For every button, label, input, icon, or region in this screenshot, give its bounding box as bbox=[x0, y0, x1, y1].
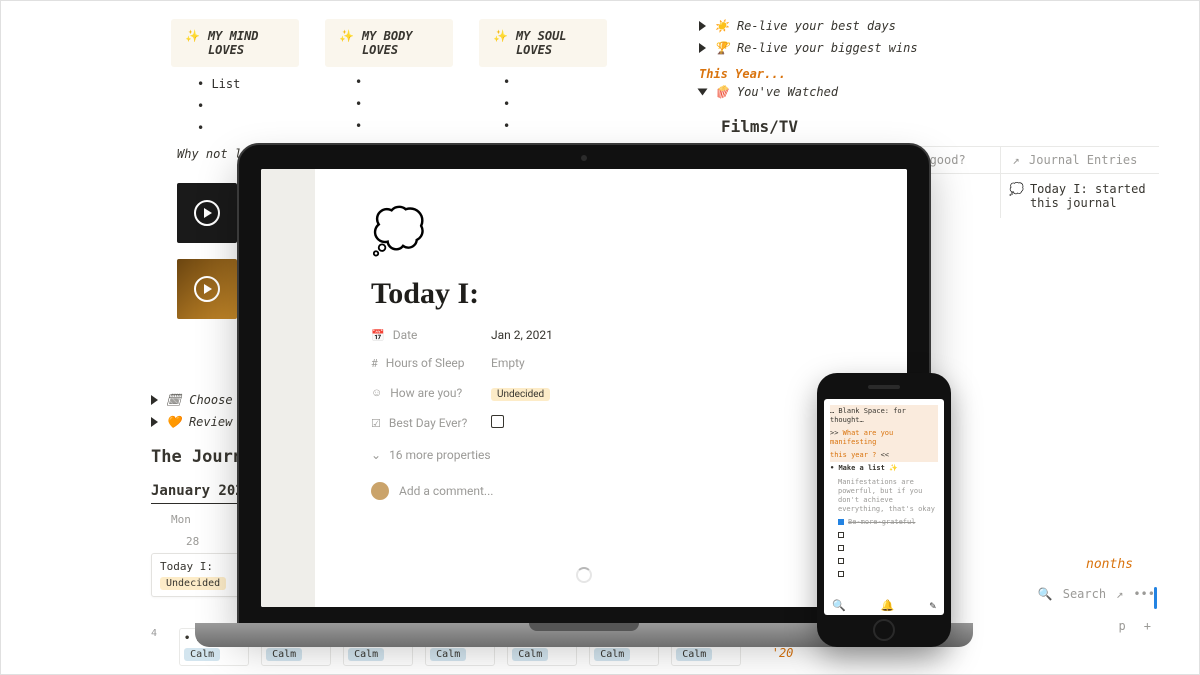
toggle-label: Re-live your best days bbox=[737, 19, 896, 33]
this-year-heading: This Year... bbox=[699, 67, 1159, 81]
phone-line[interactable]: this year ? << bbox=[830, 449, 938, 462]
love-card-body[interactable]: ✨ MY BODY LOVES bbox=[325, 19, 453, 67]
compose-icon[interactable]: ✎ bbox=[929, 599, 936, 612]
video-thumbnail-1[interactable] bbox=[177, 183, 237, 243]
related-entry-label: Today I: started this journal bbox=[1030, 182, 1151, 210]
page-title[interactable]: Today I: bbox=[371, 277, 907, 311]
strip-daynum: 4 bbox=[151, 628, 157, 639]
phone-speaker bbox=[868, 385, 900, 389]
toggle-label: Choose bbox=[189, 393, 232, 407]
phone-checkbox[interactable]: Be-more-grateful bbox=[830, 516, 938, 529]
love-card-label: MY MIND LOVES bbox=[208, 29, 285, 57]
db-toolbar: 🔍 Search ↗ ••• bbox=[1038, 587, 1155, 601]
search-icon[interactable]: 🔍 bbox=[832, 599, 846, 612]
number-icon bbox=[371, 357, 378, 370]
phone-line: Manifestations are powerful, but if you … bbox=[830, 476, 938, 516]
toggle-relive-days[interactable]: ☀️ Re-live your best days bbox=[699, 15, 1159, 37]
love-card-label: MY BODY LOVES bbox=[362, 29, 439, 57]
triangle-right-icon bbox=[151, 395, 158, 405]
triangle-down-icon bbox=[698, 89, 708, 96]
soul-bullets bbox=[503, 67, 510, 141]
footer-p: p bbox=[1119, 619, 1126, 633]
home-button[interactable] bbox=[873, 619, 895, 641]
search-label[interactable]: Search bbox=[1063, 587, 1106, 601]
notion-page: 💭 Today I: Date Jan 2, 2021 Hours of Sle… bbox=[261, 169, 907, 607]
toggle-label: Review bbox=[189, 415, 232, 429]
page-icon-thought[interactable]: 💭 bbox=[371, 205, 907, 257]
checkbox-prop-icon bbox=[371, 417, 381, 430]
phone-checkbox[interactable] bbox=[830, 568, 938, 581]
trophy-icon: 🏆 bbox=[714, 41, 729, 55]
love-card-soul[interactable]: ✨ MY SOUL LOVES bbox=[479, 19, 607, 67]
comment-placeholder: Add a comment... bbox=[399, 484, 493, 498]
prop-date[interactable]: Date Jan 2, 2021 bbox=[371, 321, 907, 349]
db-footer: p + bbox=[1119, 619, 1151, 633]
webcam-icon bbox=[581, 155, 587, 161]
phone-checkbox[interactable] bbox=[830, 555, 938, 568]
loading-spinner-icon bbox=[576, 567, 592, 583]
phone-bottom-nav: 🔍 🔔 ✎ bbox=[824, 597, 944, 613]
triangle-right-icon bbox=[151, 417, 158, 427]
calendar-entry-card[interactable]: Today I: Undecided bbox=[151, 553, 241, 597]
col-journal-entries[interactable]: ↗Journal Entries bbox=[1001, 147, 1159, 173]
toggle-relive-wins[interactable]: 🏆 Re-live your biggest wins bbox=[699, 37, 1159, 59]
prop-value: Empty bbox=[491, 356, 525, 370]
select-icon bbox=[371, 386, 382, 399]
phone-line[interactable]: … Blank Space: for thought… bbox=[830, 405, 938, 427]
phone-checkbox[interactable] bbox=[830, 542, 938, 555]
love-card-mind[interactable]: ✨ MY MIND LOVES bbox=[171, 19, 299, 67]
triangle-right-icon bbox=[699, 43, 706, 53]
phone-line[interactable]: >> What are you manifesting bbox=[830, 427, 938, 449]
selection-handle[interactable] bbox=[1154, 587, 1157, 609]
video-thumbnail-2[interactable] bbox=[177, 259, 237, 319]
heart-icon: 🧡 bbox=[166, 415, 181, 429]
play-icon bbox=[194, 200, 220, 226]
expand-icon[interactable]: ↗ bbox=[1116, 587, 1123, 601]
prop-hours[interactable]: Hours of Sleep Empty bbox=[371, 349, 907, 377]
avatar bbox=[371, 482, 389, 500]
play-icon bbox=[194, 276, 220, 302]
page-edge-shadow bbox=[261, 169, 315, 607]
popcorn-icon: 🍿 bbox=[714, 85, 729, 99]
sparkles-icon: ✨ bbox=[185, 29, 200, 43]
search-icon[interactable]: 🔍 bbox=[1038, 587, 1053, 601]
prop-value: Jan 2, 2021 bbox=[491, 328, 553, 342]
checkbox-empty[interactable] bbox=[491, 415, 504, 428]
calendar-icon bbox=[371, 329, 385, 342]
toggle-review[interactable]: 🧡 Review bbox=[151, 411, 233, 433]
weekday-header: Mon bbox=[171, 513, 191, 526]
phone-line[interactable]: • Make a list ✨ bbox=[830, 462, 938, 475]
sparkles-icon: ✨ bbox=[493, 29, 508, 43]
footer-plus[interactable]: + bbox=[1144, 619, 1151, 633]
more-icon[interactable]: ••• bbox=[1133, 587, 1155, 601]
day-number: 28 bbox=[186, 535, 199, 548]
films-heading: Films/TV bbox=[721, 117, 1159, 136]
month-underline bbox=[151, 503, 251, 504]
thought-icon: 💭 bbox=[1009, 182, 1024, 196]
phone-mock: … Blank Space: for thought… >> What are … bbox=[817, 373, 951, 647]
sparkles-icon: ✨ bbox=[339, 29, 354, 43]
toggle-label: Re-live your biggest wins bbox=[737, 41, 918, 55]
entry-title: Today I: bbox=[160, 560, 232, 573]
mid-toggles: 🗓 Choose 🧡 Review bbox=[151, 389, 233, 433]
phone-screen: … Blank Space: for thought… >> What are … bbox=[824, 399, 944, 615]
relation-icon: ↗ bbox=[1009, 153, 1023, 167]
toggle-watched[interactable]: 🍿 You've Watched bbox=[699, 81, 1159, 103]
tag-undecided: Undecided bbox=[160, 577, 226, 590]
sun-icon: ☀️ bbox=[714, 19, 729, 33]
phone-checkbox[interactable] bbox=[830, 529, 938, 542]
love-card-label: MY SOUL LOVES bbox=[516, 29, 593, 57]
body-bullets bbox=[355, 67, 362, 141]
related-entry[interactable]: 💭 Today I: started this journal bbox=[1009, 182, 1151, 210]
calendar-icon: 🗓 bbox=[166, 393, 181, 407]
toggle-label: You've Watched bbox=[737, 85, 838, 99]
chevron-down-icon: ⌄ bbox=[371, 448, 381, 462]
months-link[interactable]: nonths bbox=[1086, 557, 1133, 572]
toggle-choose[interactable]: 🗓 Choose bbox=[151, 389, 233, 411]
bell-icon[interactable]: 🔔 bbox=[881, 599, 895, 612]
tag-undecided: Undecided bbox=[491, 388, 550, 401]
triangle-right-icon bbox=[699, 21, 706, 31]
